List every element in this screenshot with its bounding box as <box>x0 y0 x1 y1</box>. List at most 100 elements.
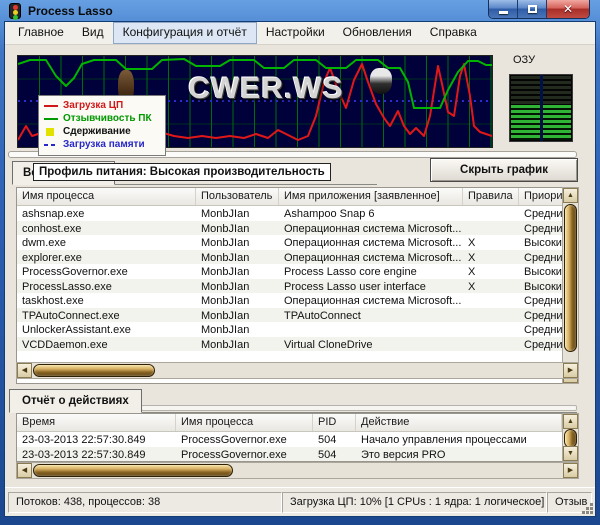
cell: Средний <box>519 206 563 221</box>
cell: MonbJIan <box>196 250 279 265</box>
table-row[interactable]: TPAutoConnect.exeMonbJIanTPAutoConnectСр… <box>17 308 562 323</box>
table-row[interactable]: explorer.exeMonbJIanОперационная система… <box>17 250 562 265</box>
cell: ProcessGovernor.exe <box>176 432 313 447</box>
hide-graph-button[interactable]: Скрыть график <box>430 158 578 182</box>
table-row[interactable]: conhost.exeMonbJIanОперационная система … <box>17 221 562 236</box>
process-vertical-scrollbar[interactable]: ▲ ▼ <box>562 187 579 384</box>
table-row[interactable]: ashsnap.exeMonbJIanAshampoo Snap 6Средни… <box>17 206 562 221</box>
cell: MonbJIan <box>196 264 279 279</box>
cell: MonbJIan <box>196 293 279 308</box>
cell: 504 <box>313 432 356 447</box>
cell: Средний <box>519 337 563 352</box>
scroll-left-icon[interactable]: ◀ <box>17 363 32 378</box>
cell: MonbJIan <box>196 206 279 221</box>
cell: 504 <box>313 447 356 462</box>
menu-item[interactable]: Настройки <box>257 22 334 44</box>
process-horizontal-scrollbar[interactable]: ◀ ▶ <box>16 362 579 379</box>
process-hscroll-thumb[interactable] <box>33 364 155 377</box>
cell: MonbJIan <box>196 337 279 352</box>
column-header[interactable]: Имя процесса <box>176 414 313 431</box>
log-vertical-scrollbar[interactable]: ▲ ▼ <box>562 413 579 462</box>
table-row[interactable]: 23-03-2013 22:57:30.849ProcessGovernor.e… <box>17 432 562 447</box>
log-horizontal-scrollbar[interactable]: ◀ ▶ <box>16 462 579 479</box>
cell: Высокий <box>519 264 563 279</box>
menu-item[interactable]: Вид <box>73 22 113 44</box>
ram-label: ОЗУ <box>513 54 535 66</box>
action-log-table: ВремяИмя процессаPIDДействие 23-03-2013 … <box>16 413 563 462</box>
cell <box>463 337 519 352</box>
scroll-up-icon[interactable]: ▲ <box>563 414 578 429</box>
legend-marker-icon <box>44 118 58 120</box>
legend-item: Загрузка памяти <box>44 138 160 151</box>
minimize-button[interactable] <box>489 0 518 18</box>
close-button[interactable]: ✕ <box>547 0 589 18</box>
table-row[interactable]: ProcessGovernor.exeMonbJIanProcess Lasso… <box>17 264 562 279</box>
cell: Virtual CloneDrive <box>279 337 463 352</box>
tab-action-log[interactable]: Отчёт о действиях <box>9 389 142 413</box>
column-header[interactable]: Имя приложения [заявленное] <box>279 188 463 205</box>
column-header[interactable]: Приоритет <box>519 188 563 205</box>
cell: 23-03-2013 22:57:30.849 <box>17 432 176 447</box>
cell: MonbJIan <box>196 308 279 323</box>
maximize-button[interactable] <box>518 0 547 18</box>
cell: X <box>463 235 519 250</box>
power-profile-label: Профиль питания: Высокая производительно… <box>33 163 331 181</box>
menu-item[interactable]: Справка <box>421 22 486 44</box>
cell <box>463 293 519 308</box>
status-feedback[interactable]: Отзыв <box>547 492 592 513</box>
log-hscroll-thumb[interactable] <box>33 464 233 477</box>
legend-label: Сдерживание <box>63 126 131 137</box>
table-row[interactable]: 23-03-2013 22:57:30.849ProcessGovernor.e… <box>17 447 562 462</box>
process-table: Имя процессаПользовательИмя приложения [… <box>16 187 563 384</box>
log-table-header: ВремяИмя процессаPIDДействие <box>17 414 562 432</box>
column-header[interactable]: PID <box>313 414 356 431</box>
column-header[interactable]: Правила <box>463 188 519 205</box>
legend-item: Сдерживание <box>44 125 160 138</box>
cell: explorer.exe <box>17 250 196 265</box>
scroll-down-icon[interactable]: ▼ <box>563 446 578 461</box>
scroll-up-icon[interactable]: ▲ <box>563 188 578 203</box>
column-header[interactable]: Действие <box>356 414 562 431</box>
menu-item[interactable]: Обновления <box>334 22 421 44</box>
resize-grip[interactable] <box>590 511 593 514</box>
table-row[interactable]: dwm.exeMonbJIanОперационная система Micr… <box>17 235 562 250</box>
cell: Операционная система Microsoft... <box>279 221 463 236</box>
scroll-right-icon[interactable]: ▶ <box>563 463 578 478</box>
table-row[interactable]: VCDDaemon.exeMonbJIanVirtual CloneDrive С… <box>17 337 562 352</box>
scroll-left-icon[interactable]: ◀ <box>17 463 32 478</box>
column-header[interactable]: Время <box>17 414 176 431</box>
cell: TPAutoConnect <box>279 308 463 323</box>
table-row[interactable]: UnlockerAssistant.exeMonbJIanСредний <box>17 322 562 337</box>
menu-item[interactable]: Конфигурация и отчёт <box>113 22 257 44</box>
table-row[interactable]: taskhost.exeMonbJIanОперационная система… <box>17 293 562 308</box>
cell: Высокий <box>519 279 563 294</box>
cell: VCDDaemon.exe <box>17 337 196 352</box>
table-row[interactable]: ProcessLasso.exeMonbJIanProcess Lasso us… <box>17 279 562 294</box>
cell: MonbJIan <box>196 221 279 236</box>
scroll-right-icon[interactable]: ▶ <box>563 363 578 378</box>
cell: TPAutoConnect.exe <box>17 308 196 323</box>
legend-label: Загрузка ЦП <box>63 100 123 111</box>
title-bar[interactable]: Process Lasso ✕ <box>0 0 600 22</box>
legend-marker-icon <box>44 105 58 107</box>
column-header[interactable]: Пользователь <box>196 188 279 205</box>
cell: Операционная система Microsoft... <box>279 293 463 308</box>
close-icon: ✕ <box>563 2 573 16</box>
performance-graph[interactable]: CWER.WS Загрузка ЦП Отзывчивость ПК Сдержи… <box>17 55 493 148</box>
cwer-watermark: CWER.WS <box>136 72 396 106</box>
cell: MonbJIan <box>196 279 279 294</box>
process-vscroll-thumb[interactable] <box>564 204 577 352</box>
cell <box>279 322 463 337</box>
legend-label: Отзывчивость ПК <box>63 113 152 124</box>
column-header[interactable]: Имя процесса <box>17 188 196 205</box>
legend-item: Отзывчивость ПК <box>44 112 160 125</box>
menu-item[interactable]: Главное <box>9 22 73 44</box>
cell: dwm.exe <box>17 235 196 250</box>
graph-legend: Загрузка ЦП Отзывчивость ПК СдерживаниеЗаг… <box>38 95 166 156</box>
cell: MonbJIan <box>196 235 279 250</box>
cell: ProcessGovernor.exe <box>17 264 196 279</box>
cell: 23-03-2013 22:57:30.849 <box>17 447 176 462</box>
cell: ashsnap.exe <box>17 206 196 221</box>
process-lasso-window: Process Lasso ✕ ГлавноеВидКонфигурация и… <box>0 0 600 525</box>
window-frame: ГлавноеВидКонфигурация и отчётНастройкиО… <box>5 22 595 516</box>
